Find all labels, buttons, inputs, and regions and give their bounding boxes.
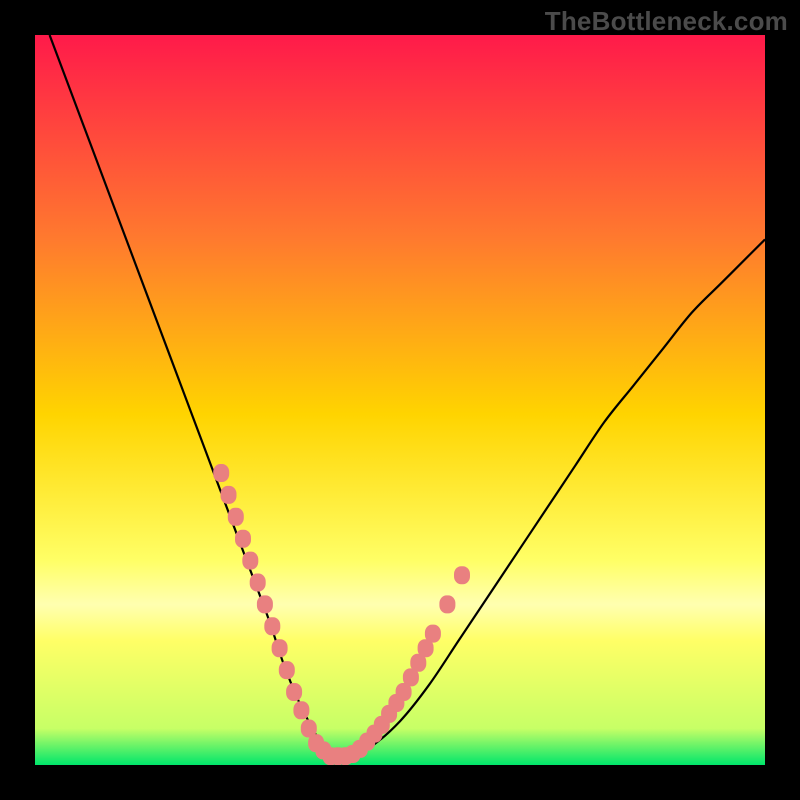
chart-frame: TheBottleneck.com (0, 0, 800, 800)
marker-point (425, 625, 441, 643)
marker-point (235, 530, 251, 548)
marker-point (257, 595, 273, 613)
marker-point (228, 508, 244, 526)
marker-point (454, 566, 470, 584)
marker-point (221, 486, 237, 504)
marker-point (439, 595, 455, 613)
marker-point (272, 639, 288, 657)
watermark-text: TheBottleneck.com (545, 6, 788, 37)
marker-point (250, 574, 266, 592)
marker-point (279, 661, 295, 679)
marker-point (264, 617, 280, 635)
marker-point (293, 701, 309, 719)
gradient-background (35, 35, 765, 765)
bottleneck-chart (35, 35, 765, 765)
plot-area (35, 35, 765, 765)
marker-point (286, 683, 302, 701)
marker-point (213, 464, 229, 482)
marker-point (242, 552, 258, 570)
